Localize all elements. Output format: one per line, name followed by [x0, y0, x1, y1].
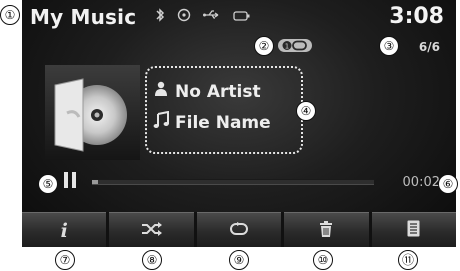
- callout-10: ⑩: [313, 250, 333, 270]
- battery-icon: [233, 10, 251, 25]
- track-count: 6/6: [418, 40, 440, 54]
- callout-11: ⑪: [398, 250, 418, 270]
- shuffle-icon: [141, 221, 163, 240]
- toolbar: i: [22, 212, 456, 247]
- callout-6: ⑥: [438, 174, 458, 194]
- album-art: [45, 65, 140, 160]
- callout-7: ⑦: [55, 250, 75, 270]
- repeat-mode-indicator: 1: [278, 39, 312, 52]
- disc-icon: [177, 8, 191, 26]
- elapsed-time: 00:02: [402, 175, 440, 190]
- file-name: File Name: [175, 112, 271, 133]
- callout-8: ⑧: [142, 250, 162, 270]
- pause-icon[interactable]: [64, 172, 78, 188]
- list-icon: [407, 220, 420, 241]
- callout-5: ⑤: [38, 174, 58, 194]
- artist-name: No Artist: [175, 81, 261, 102]
- clock: 3:08: [389, 4, 444, 29]
- file-row: File Name: [153, 110, 271, 134]
- callout-2: ②: [254, 36, 274, 56]
- person-icon: [153, 81, 169, 102]
- info-icon: i: [60, 219, 68, 242]
- trash-icon: [319, 220, 333, 241]
- progress-fill: [92, 180, 98, 184]
- shuffle-button[interactable]: [109, 212, 194, 247]
- svg-text:1: 1: [285, 43, 289, 51]
- track-info-box: No Artist File Name: [145, 66, 303, 154]
- page-title: My Music: [30, 5, 137, 29]
- artist-row: No Artist: [153, 81, 261, 102]
- status-icons: [155, 8, 251, 26]
- callout-4: ④: [296, 101, 316, 121]
- bluetooth-icon: [155, 8, 165, 26]
- repeat-icon: [229, 221, 249, 240]
- delete-button[interactable]: [284, 212, 369, 247]
- callout-1: ①: [0, 5, 20, 25]
- list-button[interactable]: [371, 212, 456, 247]
- callout-3: ③: [379, 36, 399, 56]
- progress-bar[interactable]: [92, 179, 374, 185]
- repeat-button[interactable]: [196, 212, 282, 247]
- music-note-icon: [153, 110, 169, 134]
- usb-icon: [203, 9, 221, 25]
- info-button[interactable]: i: [22, 212, 107, 247]
- callout-9: ⑨: [229, 250, 249, 270]
